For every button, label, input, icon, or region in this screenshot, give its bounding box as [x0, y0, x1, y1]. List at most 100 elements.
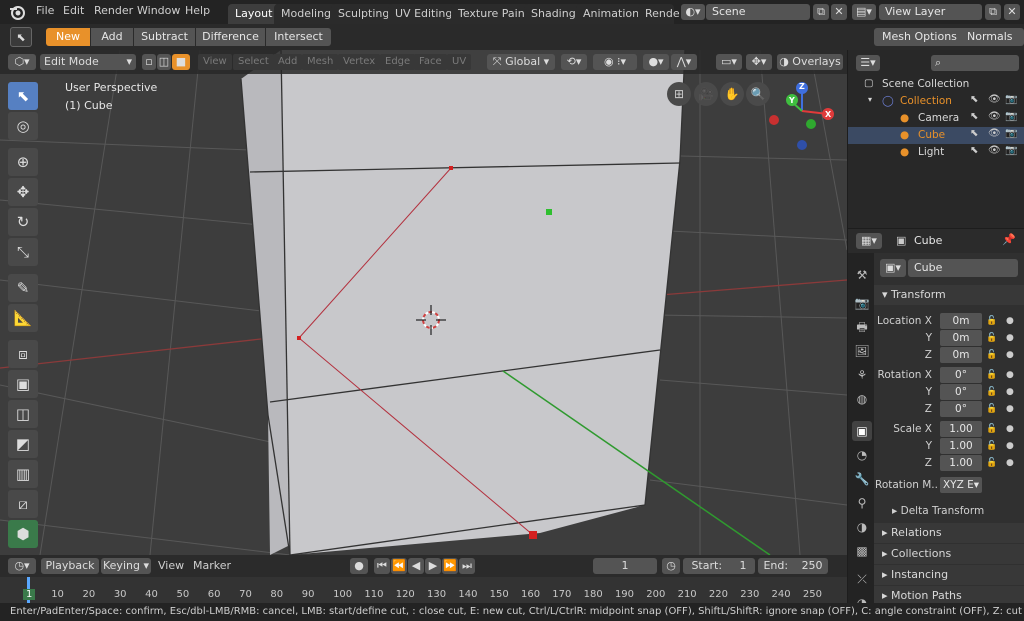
move-tool-icon[interactable]: ⊕: [8, 148, 38, 176]
face-select-icon[interactable]: ■: [172, 54, 190, 70]
camera-render-icon[interactable]: 📷: [1005, 128, 1017, 139]
location-y-field[interactable]: 0m: [940, 330, 982, 346]
lock-icon[interactable]: 🔓: [986, 387, 997, 397]
proportional-edit-icon[interactable]: ●▾: [643, 54, 669, 70]
view-layer-copy-icon[interactable]: ⧉: [985, 4, 1001, 20]
timeline-marker-menu[interactable]: Marker: [193, 559, 231, 572]
view-layer-close-icon[interactable]: ✕: [1004, 4, 1020, 20]
lock-icon[interactable]: 🔓: [986, 458, 997, 468]
eye-icon[interactable]: 👁: [988, 145, 1001, 156]
play-icon[interactable]: ▶: [425, 558, 441, 574]
wrench-props-icon[interactable]: 🔧: [852, 469, 872, 489]
timeline-view-menu[interactable]: View: [158, 559, 184, 572]
eye-icon[interactable]: 👁: [988, 111, 1001, 122]
menu-add[interactable]: Add: [273, 54, 303, 70]
mode-difference-button[interactable]: Difference: [196, 28, 265, 46]
snap-toggle-icon[interactable]: ◉ ⁝▾: [593, 54, 637, 70]
tab-sculpting[interactable]: Sculpting: [331, 4, 397, 24]
menu-edit[interactable]: Edit: [63, 4, 84, 17]
scale-x-field[interactable]: 1.00: [940, 421, 982, 437]
select-toggle-icon[interactable]: ⬉: [970, 128, 978, 139]
timeline-area[interactable]: 1 10 20 30 40 50 60 70 80 90 100 110 120 130 140 150 160…: [0, 577, 847, 603]
rotation-x-field[interactable]: 0°: [940, 367, 982, 383]
instancing-panel-header[interactable]: ▸ Instancing: [874, 565, 1024, 585]
view-layer-browse-icon[interactable]: ▤▾: [852, 4, 876, 20]
timeline-editor-icon[interactable]: ◷▾: [8, 558, 36, 574]
jump-end-icon[interactable]: ⏭: [459, 558, 475, 574]
keyframe-dot-icon[interactable]: ●: [1006, 458, 1014, 468]
rotation-mode-dropdown[interactable]: XYZ E▾: [940, 477, 982, 493]
prev-keyframe-icon[interactable]: ⏪: [391, 558, 407, 574]
lock-icon[interactable]: 🔓: [986, 333, 997, 343]
mode-add-button[interactable]: Add: [91, 28, 133, 46]
lock-icon[interactable]: 🔓: [986, 404, 997, 414]
tab-uv-editing[interactable]: UV Editing: [388, 4, 460, 24]
bevel-tool-icon[interactable]: ◩: [8, 430, 38, 458]
constraints-props-icon[interactable]: ▩: [852, 541, 872, 561]
lock-icon[interactable]: 🔓: [986, 350, 997, 360]
world-props-icon[interactable]: ◍: [852, 389, 872, 409]
annotate-tool-icon[interactable]: ✎: [8, 274, 38, 302]
transform-panel-header[interactable]: ▾ Transform: [874, 285, 1024, 305]
outliner-collection[interactable]: ▾ ◯ Collection ⬉ 👁 📷: [848, 93, 1024, 110]
select-toggle-icon[interactable]: ⬉: [970, 94, 978, 105]
falloff-icon[interactable]: ⋀▾: [671, 54, 697, 70]
outliner-scene-collection[interactable]: ▢ Scene Collection: [848, 76, 1024, 93]
particles-props-icon[interactable]: ⚲: [852, 493, 872, 513]
view-layer-field[interactable]: View Layer: [879, 4, 982, 20]
editor-type-icon[interactable]: ⬡▾: [8, 54, 36, 70]
relations-panel-header[interactable]: ▸ Relations: [874, 523, 1024, 543]
menu-face[interactable]: Face: [414, 54, 447, 70]
camera-render-icon[interactable]: 📷: [1005, 111, 1017, 122]
object-name-field[interactable]: Cube: [908, 259, 1018, 277]
render-props-icon[interactable]: 📷: [852, 293, 872, 313]
outliner-editor-icon[interactable]: ☰▾: [856, 55, 880, 71]
scale-y-field[interactable]: 1.00: [940, 438, 982, 454]
next-keyframe-icon[interactable]: ⏩: [442, 558, 458, 574]
keying-dropdown[interactable]: Keying ▾: [101, 558, 151, 574]
delta-transform-panel[interactable]: ▸ Delta Transform: [892, 505, 984, 517]
tab-layout[interactable]: Layout: [228, 4, 280, 24]
menu-window[interactable]: Window: [137, 4, 180, 17]
overlays-button[interactable]: ◑ Overlays: [777, 54, 843, 70]
edge-select-icon[interactable]: ◫: [157, 54, 171, 70]
jump-start-icon[interactable]: ⏮: [374, 558, 390, 574]
mode-dropdown[interactable]: Edit Mode ▾: [40, 54, 136, 70]
tab-rendering[interactable]: Rende: [638, 4, 680, 24]
keyframe-dot-icon[interactable]: ●: [1006, 424, 1014, 434]
camera-render-icon[interactable]: 📷: [1005, 145, 1017, 156]
keyframe-dot-icon[interactable]: ●: [1006, 404, 1014, 414]
menu-edge[interactable]: Edge: [380, 54, 416, 70]
vertex-select-icon[interactable]: ▫: [142, 54, 156, 70]
normals-dropdown[interactable]: Normals ▾: [959, 28, 1024, 61]
loop-cut-tool-icon[interactable]: ▥: [8, 460, 38, 488]
add-cube-tool-icon[interactable]: ⧈: [8, 340, 38, 368]
lock-icon[interactable]: 🔓: [986, 441, 997, 451]
camera-view-icon[interactable]: 🎥: [694, 82, 718, 106]
physics-props-icon[interactable]: ◑: [852, 517, 872, 537]
tool-props-icon[interactable]: ⚒: [852, 265, 872, 285]
outliner-item-camera[interactable]: ● Camera ⬉ 👁 📷: [848, 110, 1024, 127]
scale-tool-icon[interactable]: ⤡: [8, 238, 38, 266]
tab-modeling[interactable]: Modeling: [274, 4, 339, 24]
toggle-camera-grid-icon[interactable]: ⊞: [667, 82, 691, 106]
keyframe-dot-icon[interactable]: ●: [1006, 316, 1014, 326]
record-icon[interactable]: ●: [350, 558, 368, 574]
blender-logo-icon[interactable]: [8, 3, 26, 21]
measure-tool-icon[interactable]: 📐: [8, 304, 38, 332]
clock-icon[interactable]: ◷: [662, 558, 680, 574]
menu-uv[interactable]: UV: [447, 54, 472, 70]
start-frame-field[interactable]: Start: 1: [683, 558, 755, 574]
menu-render[interactable]: Render: [94, 4, 133, 17]
pan-hand-icon[interactable]: ✋: [720, 82, 744, 106]
playback-dropdown[interactable]: Playback ▾: [41, 558, 99, 588]
lock-icon[interactable]: 🔓: [986, 370, 997, 380]
keyframe-dot-icon[interactable]: ●: [1006, 350, 1014, 360]
zoom-icon[interactable]: 🔍: [746, 82, 770, 106]
keyframe-dot-icon[interactable]: ●: [1006, 441, 1014, 451]
location-z-field[interactable]: 0m: [940, 347, 982, 363]
keyframe-dot-icon[interactable]: ●: [1006, 370, 1014, 380]
scene-browse-icon[interactable]: ◐▾: [681, 4, 705, 20]
inset-tool-icon[interactable]: ◫: [8, 400, 38, 428]
extrude-tool-icon[interactable]: ▣: [8, 370, 38, 398]
